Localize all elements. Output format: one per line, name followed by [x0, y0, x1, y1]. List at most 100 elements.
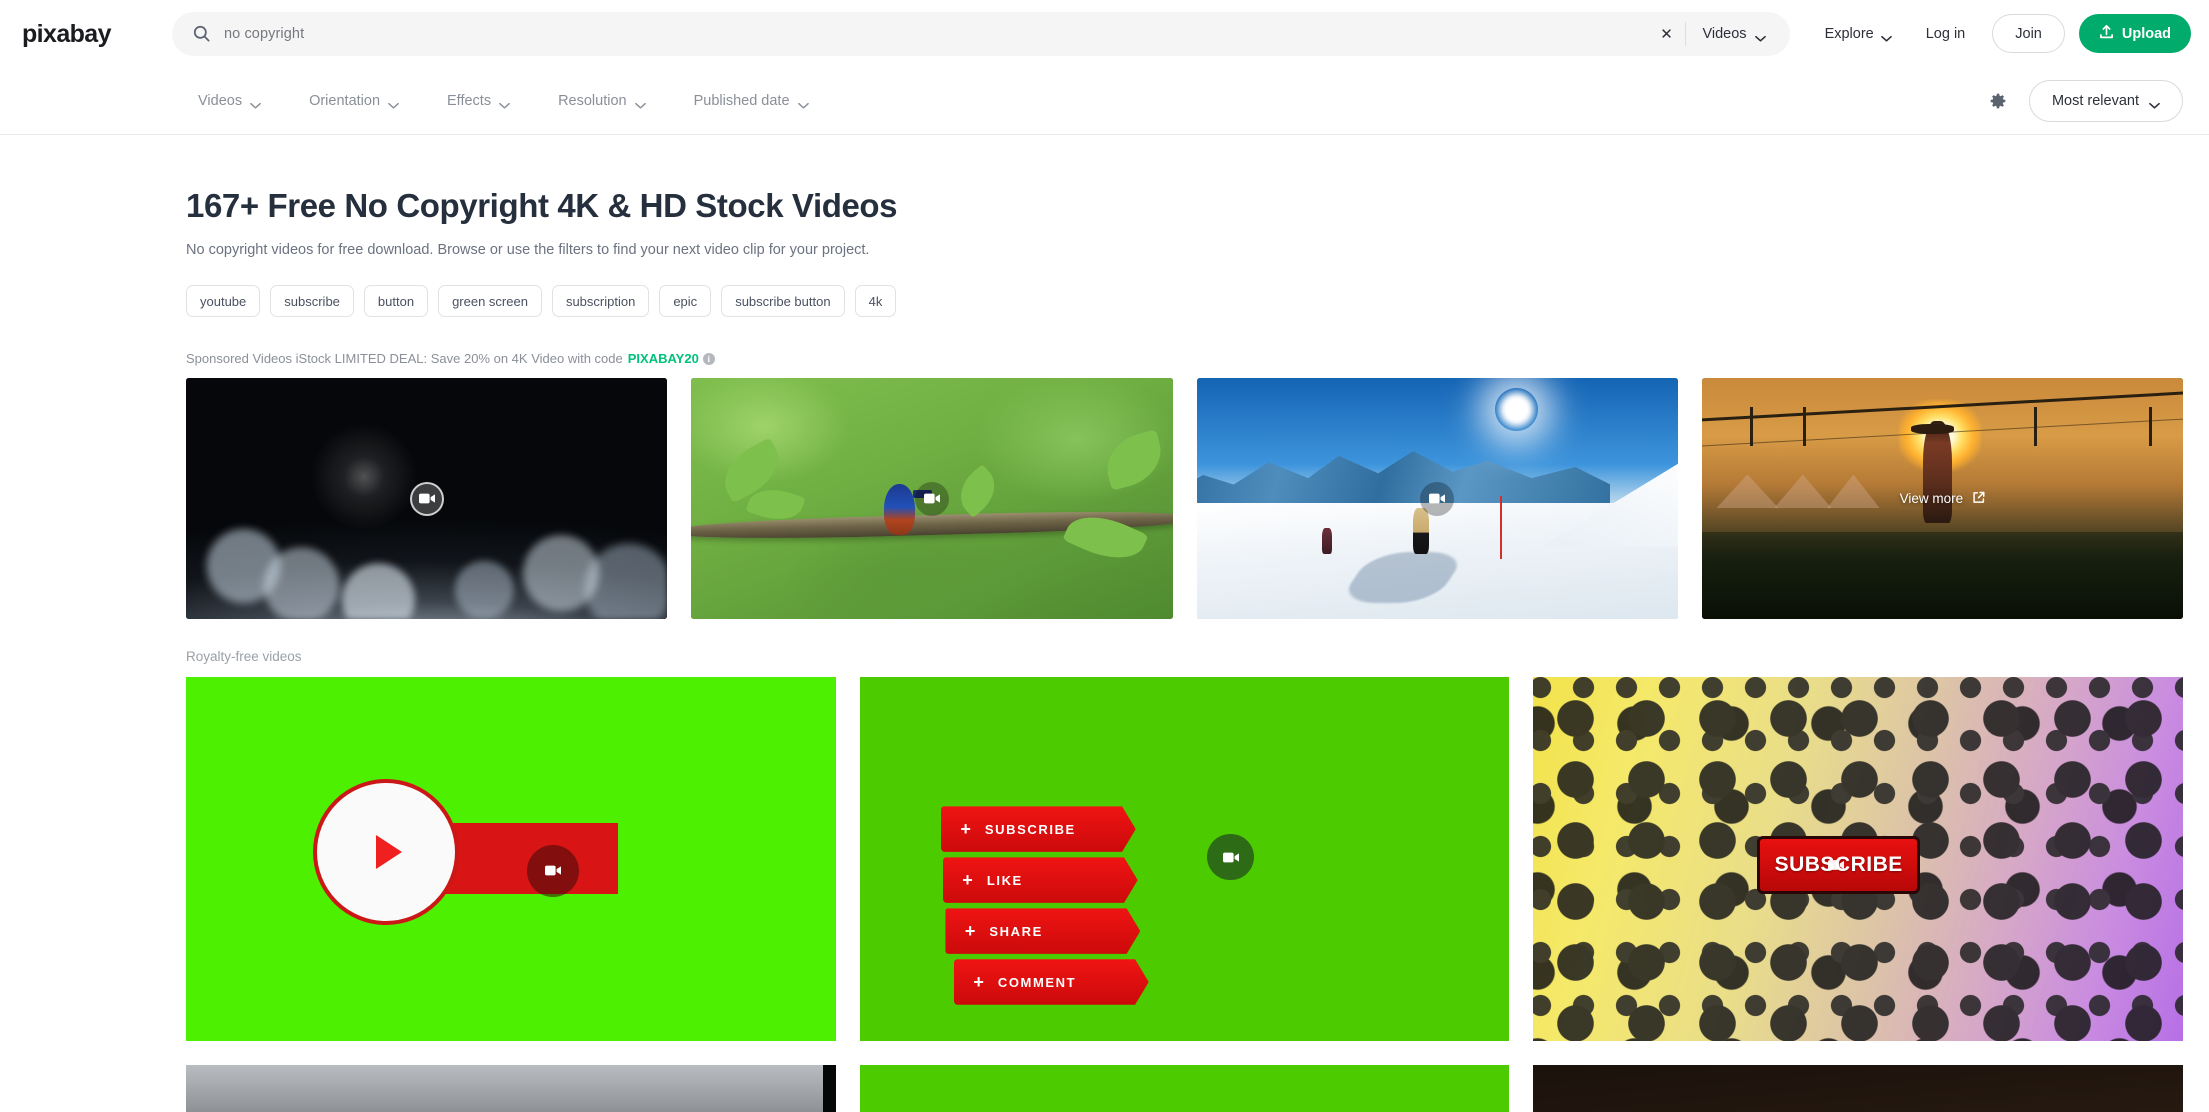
filter-resolution[interactable]: Resolution [558, 93, 646, 109]
tag-chip[interactable]: subscribe button [721, 285, 844, 317]
leaf-shape [950, 464, 1005, 518]
info-icon[interactable]: i [703, 353, 715, 365]
search-media-type-label: Videos [1702, 26, 1746, 42]
clear-search-icon[interactable]: ✕ [1651, 19, 1681, 49]
filter-orientation[interactable]: Orientation [309, 93, 399, 109]
thumbnail-dark-screen [186, 1065, 836, 1112]
filter-published-date-label: Published date [694, 93, 790, 109]
sponsored-view-more-card[interactable]: View more [1702, 378, 2183, 619]
comment-banner-shape: COMMENT [954, 959, 1149, 1005]
play-icon[interactable] [1420, 482, 1454, 516]
chevron-down-icon [499, 97, 510, 104]
page-subtitle: No copyright videos for free download. B… [186, 242, 2183, 258]
play-circle-shape [313, 779, 459, 925]
subscribe-banner-shape: SUBSCRIBE [941, 806, 1136, 852]
result-card[interactable]: SUBSCRIBE LIKE SHARE COMMENT [860, 677, 1510, 1041]
thumbnail-christmas-fireplace [1533, 1065, 2183, 1112]
filter-orientation-label: Orientation [309, 93, 380, 109]
sponsored-video-card[interactable] [186, 378, 667, 619]
filter-videos[interactable]: Videos [198, 93, 261, 109]
banner-label: COMMENT [998, 975, 1076, 990]
play-icon[interactable] [1828, 859, 1844, 870]
greenhouse-shape [1827, 474, 1880, 508]
leaf-shape [1100, 429, 1168, 491]
filter-effects[interactable]: Effects [447, 93, 510, 109]
gear-icon[interactable] [1987, 90, 2009, 112]
join-button[interactable]: Join [1992, 14, 2065, 53]
login-link[interactable]: Log in [1909, 14, 1983, 54]
filter-effects-label: Effects [447, 93, 491, 109]
sponsored-notice: Sponsored Videos iStock LIMITED DEAL: Sa… [186, 351, 2183, 366]
banner-label: SUBSCRIBE [985, 822, 1076, 837]
explore-dropdown[interactable]: Explore [1808, 14, 1909, 54]
chevron-down-icon [798, 97, 809, 104]
tag-chip[interactable]: 4k [855, 285, 897, 317]
results-grid: SUBSCRIBE LIKE SHARE COMMENT [186, 677, 2183, 1112]
search-bar[interactable]: ✕ Videos [172, 12, 1790, 56]
play-icon[interactable] [915, 482, 949, 516]
site-header: pixabay ✕ Videos Explore Log in Join [0, 0, 2209, 67]
chevron-down-icon [1755, 30, 1766, 37]
upload-icon [2099, 24, 2114, 44]
page-title: 167+ Free No Copyright 4K & HD Stock Vid… [186, 135, 2183, 225]
upload-button[interactable]: Upload [2079, 14, 2191, 53]
thumbnail-green-screen-play [186, 677, 836, 1041]
result-card[interactable]: SUBSCRIBE [1533, 677, 2183, 1041]
sponsored-video-card[interactable] [1197, 378, 1678, 619]
sponsored-grid: View more [186, 378, 2183, 619]
thumbnail-green-screen [860, 1065, 1510, 1112]
main-content: 167+ Free No Copyright 4K & HD Stock Vid… [0, 135, 2209, 1112]
tag-chip[interactable]: green screen [438, 285, 542, 317]
rig-leg-shape [2149, 407, 2152, 446]
join-label: Join [2015, 26, 2042, 42]
related-tags: youtube subscribe button green screen su… [186, 285, 2183, 317]
filter-bar: Videos Orientation Effects Resolution Pu… [0, 67, 2209, 135]
play-triangle-shape [376, 835, 402, 869]
chevron-down-icon [1881, 30, 1892, 37]
share-banner-shape: SHARE [945, 908, 1140, 954]
bird-shape [884, 484, 915, 535]
tag-chip[interactable]: button [364, 285, 428, 317]
slalom-pole-shape [1500, 496, 1503, 559]
search-media-type-dropdown[interactable]: Videos [1692, 14, 1783, 54]
upload-label: Upload [2122, 26, 2171, 42]
header-nav: Explore Log in Join Upload [1808, 14, 2191, 54]
search-divider [1685, 22, 1686, 46]
result-card[interactable] [860, 1065, 1510, 1112]
filter-resolution-label: Resolution [558, 93, 627, 109]
result-card[interactable] [186, 677, 836, 1041]
sponsored-promo-code[interactable]: PIXABAY20 [628, 351, 699, 366]
grass-shape [1702, 532, 2183, 619]
play-icon[interactable] [527, 845, 579, 897]
rig-leg-shape [1803, 407, 1806, 446]
chevron-down-icon [635, 97, 646, 104]
tag-chip[interactable]: youtube [186, 285, 260, 317]
pixabay-logo[interactable]: pixabay [22, 19, 150, 49]
tag-chip[interactable]: subscribe [270, 285, 354, 317]
search-icon [192, 24, 211, 43]
tag-chip[interactable]: subscription [552, 285, 649, 317]
result-card[interactable] [1533, 1065, 2183, 1112]
tag-chip[interactable]: epic [659, 285, 711, 317]
chevron-down-icon [250, 97, 261, 104]
banner-label: SHARE [989, 924, 1043, 939]
sun-shape [1495, 388, 1538, 431]
chevron-down-icon [2149, 97, 2160, 104]
search-input[interactable] [224, 26, 1651, 42]
filter-published-date[interactable]: Published date [694, 93, 809, 109]
explore-label: Explore [1825, 26, 1874, 42]
external-link-icon [1972, 491, 1985, 507]
rig-leg-shape [1750, 407, 1753, 446]
skier-shape [1413, 508, 1429, 554]
results-section-label: Royalty-free videos [186, 649, 2183, 664]
thumbnail-green-screen-buttons: SUBSCRIBE LIKE SHARE COMMENT [860, 677, 1510, 1041]
like-banner-shape: LIKE [943, 857, 1138, 903]
play-icon[interactable] [1207, 834, 1254, 881]
sort-dropdown[interactable]: Most relevant [2029, 80, 2183, 122]
view-more-overlay[interactable]: View more [1900, 491, 1986, 507]
sponsored-video-card[interactable] [691, 378, 1172, 619]
sort-label: Most relevant [2052, 93, 2139, 109]
play-icon[interactable] [410, 482, 444, 516]
view-more-label: View more [1900, 491, 1964, 506]
result-card[interactable] [186, 1065, 836, 1112]
